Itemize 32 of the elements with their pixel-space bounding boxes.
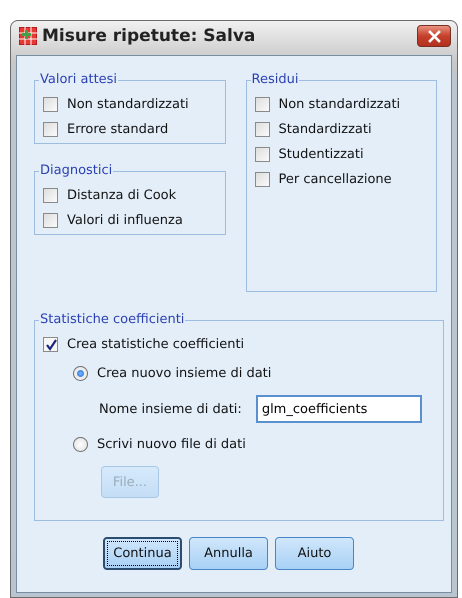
- grid-icon: [19, 27, 37, 45]
- checkbox[interactable]: [43, 337, 58, 352]
- checkbox[interactable]: [43, 213, 58, 228]
- checkbox-label: Distanza di Cook: [67, 188, 176, 203]
- checkbox[interactable]: [254, 122, 270, 137]
- input-field[interactable]: glm_coefficients: [256, 395, 422, 423]
- radio-label: Scrivi nuovo file di dati: [97, 437, 246, 452]
- checkbox-label: Crea statistiche coefficienti: [67, 337, 244, 352]
- radio-label: Crea nuovo insieme di dati: [97, 366, 272, 381]
- window-title: Misure ripetute: Salva: [42, 26, 256, 46]
- field-label: Nome insieme di dati:: [99, 402, 242, 416]
- checkbox[interactable]: [43, 97, 58, 112]
- checkbox-label: Non standardizzati: [67, 97, 189, 112]
- checkbox[interactable]: [254, 172, 270, 187]
- dialog-button[interactable]: Aiuto: [275, 537, 354, 570]
- radio-button[interactable]: [73, 366, 88, 381]
- dialog-button[interactable]: Annulla: [189, 537, 268, 570]
- dialog-button[interactable]: Continua: [103, 537, 182, 570]
- checkbox[interactable]: [254, 147, 270, 162]
- checkbox-label: Non standardizzati: [278, 97, 400, 112]
- group-title: Diagnostici: [39, 163, 114, 178]
- close-button[interactable]: [417, 25, 451, 47]
- close-icon: [428, 30, 440, 42]
- checkbox[interactable]: [43, 122, 58, 137]
- checkbox-label: Valori di influenza: [67, 213, 183, 228]
- checkbox-label: Errore standard: [67, 122, 168, 137]
- checkbox[interactable]: [43, 188, 58, 203]
- checkbox-label: Per cancellazione: [278, 172, 392, 187]
- checkbox-label: Standardizzati: [278, 122, 372, 137]
- radio-button[interactable]: [73, 437, 88, 452]
- checkbox[interactable]: [254, 97, 270, 112]
- checkbox-label: Studentizzati: [278, 147, 364, 162]
